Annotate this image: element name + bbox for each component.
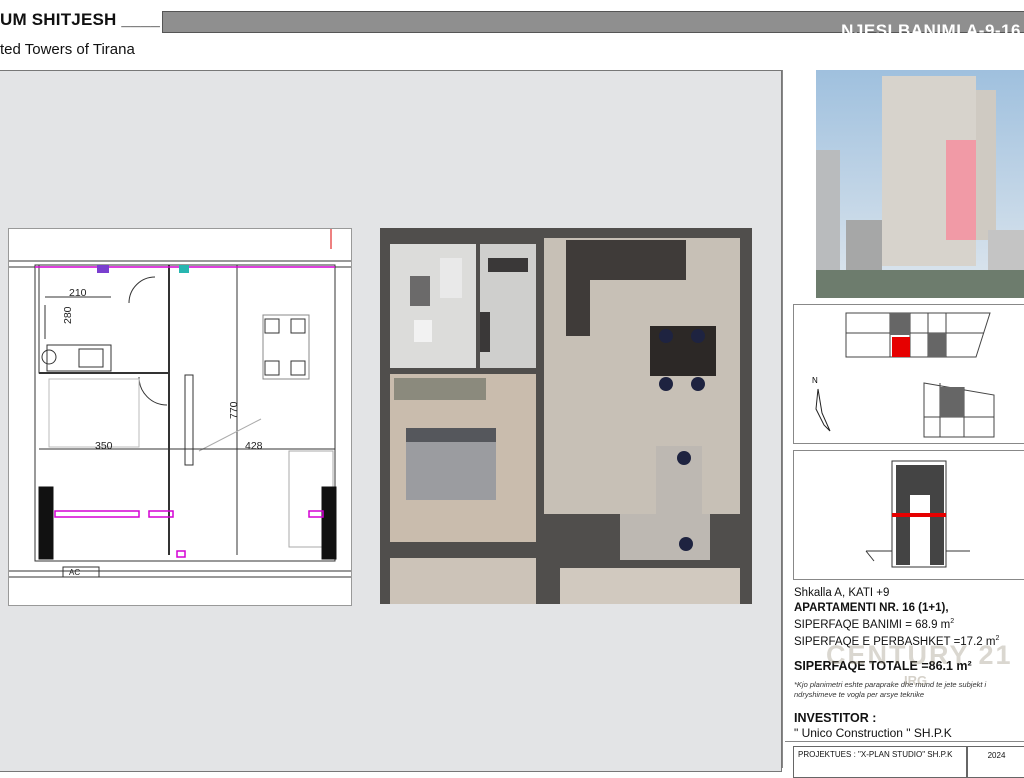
staircase-floor: Shkalla A, KATI +9 xyxy=(794,587,890,599)
key-plan-section-drawing xyxy=(865,460,970,568)
year-label: 2024 xyxy=(987,751,1006,760)
panel-divider xyxy=(782,70,783,768)
key-plan-floor-drawing: N xyxy=(812,312,995,438)
building-render-drawing xyxy=(816,70,1024,298)
north-label: N xyxy=(812,376,818,385)
building-render-photo xyxy=(816,70,1024,298)
dimension-label: 210 xyxy=(69,287,87,299)
watermark-sub: IRG xyxy=(904,673,928,688)
key-plan-section xyxy=(793,450,1024,580)
investor-label: INVESTITOR : xyxy=(794,711,877,725)
project-box: PROJEKTUES : "X-PLAN STUDIO" SH.P.K xyxy=(793,746,967,778)
header-title: UM SHITJESH ____ xyxy=(0,10,161,29)
dimension-label: 770 xyxy=(228,401,240,419)
north-arrow-icon xyxy=(815,388,831,432)
dimension-label: 428 xyxy=(245,440,263,452)
dimension-label: 280 xyxy=(62,306,74,324)
divider-line xyxy=(785,741,1024,742)
dimension-label: 350 xyxy=(95,440,113,452)
ac-label: AC xyxy=(69,568,80,577)
apartment-number: APARTAMENTI NR. 16 (1+1), xyxy=(794,601,949,614)
floorplan-3d-drawing xyxy=(380,228,752,604)
year-box: 2024 xyxy=(967,746,1024,778)
unit-banner: NJESI BANIMI A-9-16 xyxy=(162,11,1024,40)
area-living: SIPERFAQE BANIMI = 68.9 m2 xyxy=(794,618,955,631)
unit-label: NJESI BANIMI A-9-16 xyxy=(841,21,1021,40)
floorplan-3d-render xyxy=(380,228,752,604)
floorplan-2d: 210 280 350 770 428 AC xyxy=(8,228,352,606)
floorplan-2d-drawing: 210 280 350 770 428 AC xyxy=(9,229,351,578)
project-label: PROJEKTUES : "X-PLAN STUDIO" SH.P.K xyxy=(798,750,953,759)
investor-name: " Unico Construction " SH.P.K xyxy=(794,726,952,740)
header-subtitle: ted Towers of Tirana xyxy=(0,41,135,58)
key-plan-floor: N xyxy=(793,304,1024,444)
watermark-brand: CENTURY 21 xyxy=(826,640,1013,670)
